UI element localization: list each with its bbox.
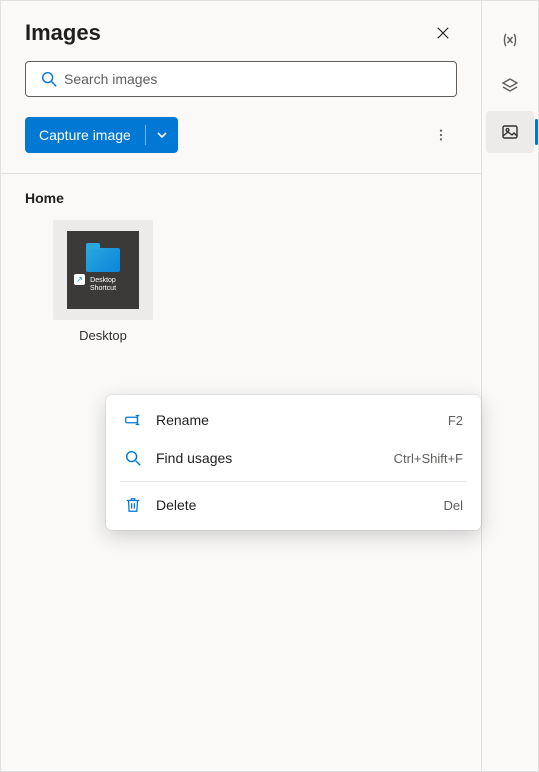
rail-item-layers[interactable] (486, 65, 534, 107)
folder-icon (86, 248, 120, 272)
menu-item-label: Rename (156, 412, 448, 428)
search-box[interactable] (25, 61, 457, 97)
rail-item-images[interactable] (486, 111, 534, 153)
chevron-down-icon (156, 129, 168, 141)
more-actions-button[interactable] (425, 119, 457, 151)
menu-item-shortcut: F2 (448, 413, 463, 428)
thumbnail-item[interactable]: ↗ Desktop Shortcut Desktop (53, 220, 153, 343)
capture-image-dropdown[interactable] (146, 117, 178, 153)
menu-item-delete[interactable]: Delete Del (106, 486, 481, 524)
more-vertical-icon (434, 128, 448, 142)
layers-icon (500, 76, 520, 96)
search-icon (124, 449, 142, 467)
close-icon (436, 26, 450, 40)
panel-title: Images (25, 20, 101, 46)
thumbnail-preview: ↗ Desktop Shortcut (53, 220, 153, 320)
variable-icon (500, 30, 520, 50)
image-icon (500, 122, 520, 142)
capture-image-button[interactable]: Capture image (25, 117, 178, 153)
rail-item-variables[interactable] (486, 19, 534, 61)
home-section: Home ↗ Desktop Shortcut Desktop (1, 174, 481, 359)
menu-item-find-usages[interactable]: Find usages Ctrl+Shift+F (106, 439, 481, 477)
menu-item-shortcut: Ctrl+Shift+F (394, 451, 463, 466)
panel-header: Images (1, 1, 481, 61)
images-panel: Images Capture image (1, 1, 482, 771)
menu-item-shortcut: Del (443, 498, 463, 513)
right-rail (482, 1, 538, 771)
trash-icon (124, 496, 142, 514)
menu-item-rename[interactable]: Rename F2 (106, 401, 481, 439)
rename-icon (124, 411, 142, 429)
search-icon (40, 70, 58, 88)
menu-item-label: Delete (156, 497, 443, 513)
section-title: Home (25, 190, 457, 206)
search-input[interactable] (64, 62, 448, 96)
context-menu: Rename F2 Find usages Ctrl+Shift+F (106, 395, 481, 530)
toolbar: Capture image (1, 109, 481, 171)
thumbnail-grid: ↗ Desktop Shortcut Desktop (25, 220, 457, 343)
capture-image-label[interactable]: Capture image (25, 117, 145, 153)
thumbnail-label: Desktop (79, 328, 127, 343)
image-content: ↗ Desktop Shortcut (67, 231, 139, 309)
shortcut-overlay-icon: ↗ (74, 274, 85, 285)
close-button[interactable] (429, 19, 457, 47)
menu-item-label: Find usages (156, 450, 394, 466)
search-container (1, 61, 481, 109)
